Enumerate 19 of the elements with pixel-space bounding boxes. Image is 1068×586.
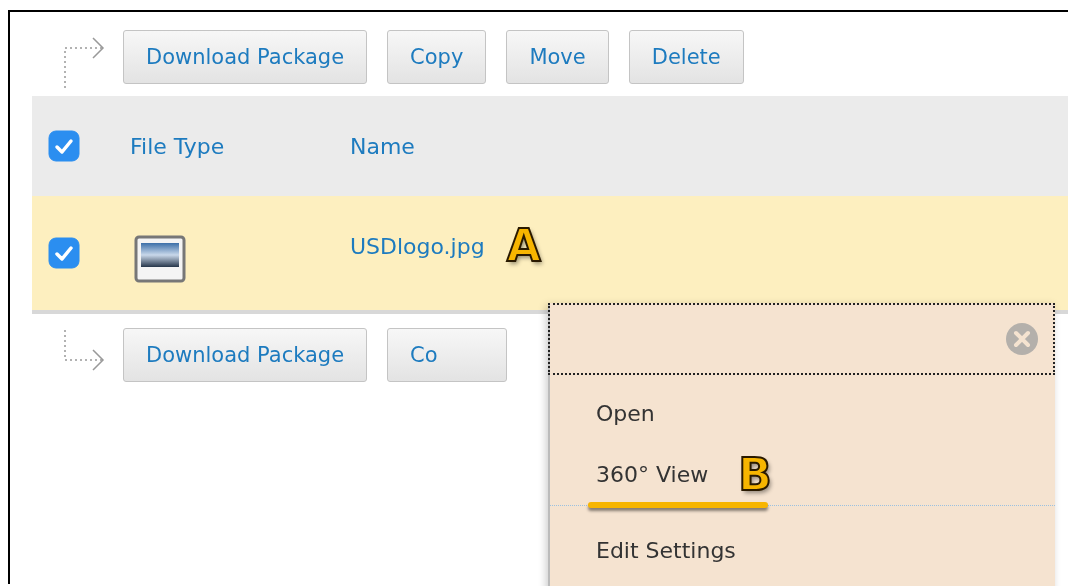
toolbar-button[interactable]: Co — [387, 328, 508, 382]
toolbar-button[interactable]: Copy — [387, 30, 487, 84]
toolbar-button[interactable]: Move — [506, 30, 609, 84]
image-file-icon — [134, 235, 188, 285]
column-header[interactable]: Name — [350, 133, 1068, 159]
menu-item[interactable]: Edit Settings — [596, 538, 736, 563]
menu-item[interactable]: Open — [596, 401, 655, 426]
toolbar-button[interactable]: Download Package — [123, 30, 368, 84]
toolbar-button[interactable]: Delete — [628, 30, 744, 84]
annotation-letter: B — [738, 452, 772, 497]
table-row[interactable]: USDlogo.jpg A — [32, 196, 1068, 314]
checkbox[interactable] — [48, 130, 80, 162]
column-header[interactable]: File Type — [130, 133, 350, 159]
menu-item[interactable]: 360° View — [596, 462, 709, 487]
toolbar-button[interactable]: Download Package — [123, 328, 368, 382]
checkbox[interactable] — [48, 237, 80, 269]
annotation-letter: A — [506, 224, 541, 268]
file-name-link[interactable]: USDlogo.jpg — [350, 233, 485, 259]
close-icon[interactable] — [1005, 322, 1039, 356]
